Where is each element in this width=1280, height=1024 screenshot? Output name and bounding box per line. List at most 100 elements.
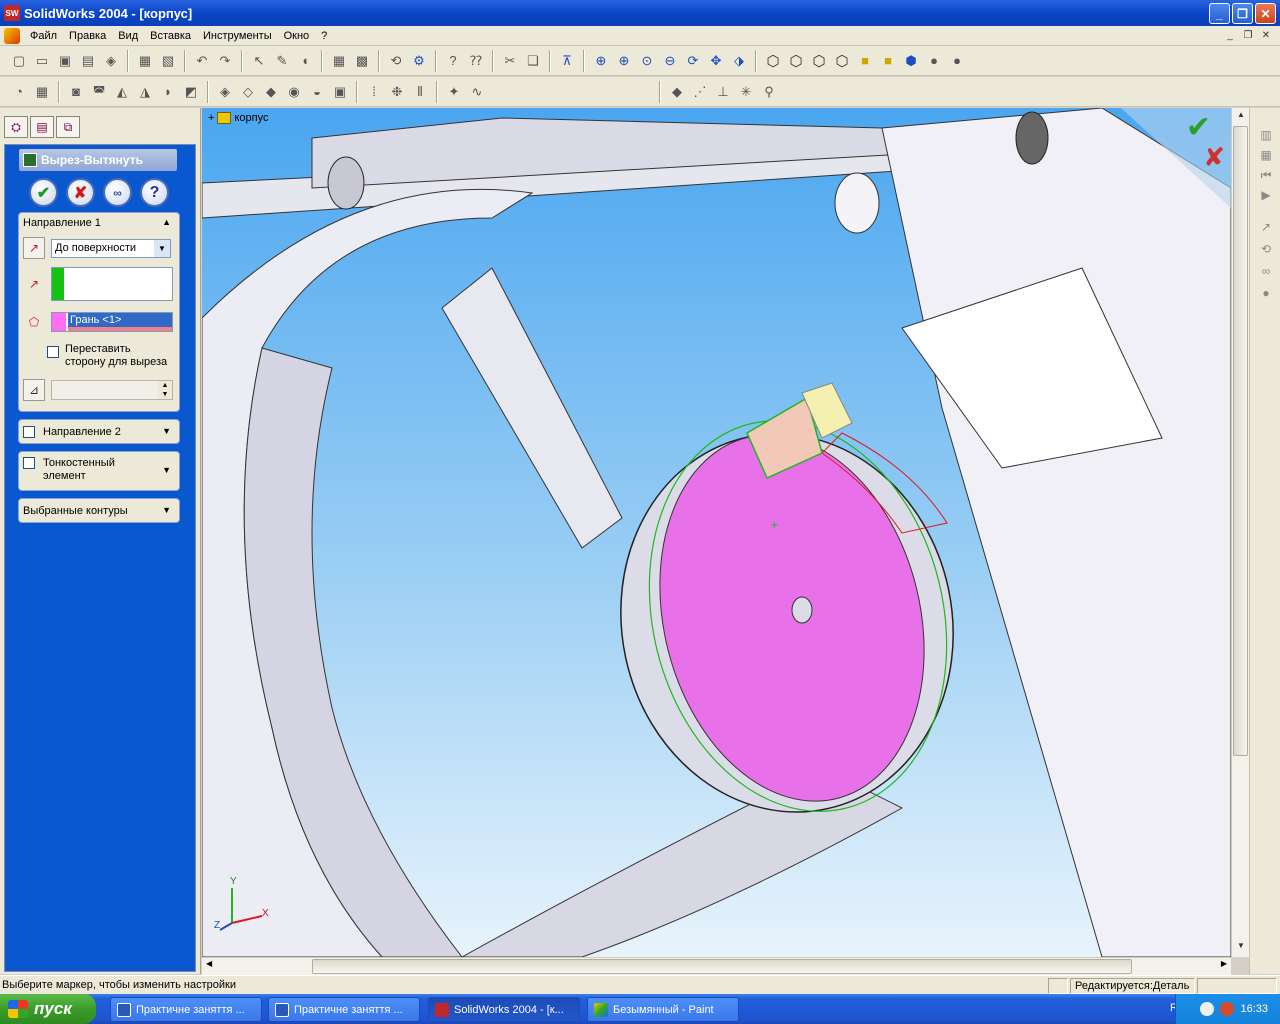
zoom-area-icon[interactable]: ⊙: [636, 50, 658, 72]
scroll-up-icon[interactable]: ▲: [1234, 110, 1248, 124]
spin-arrows-icon[interactable]: ▲ ▼: [158, 381, 172, 399]
horizontal-scroll-thumb[interactable]: [312, 959, 1132, 974]
sweep-icon[interactable]: ◭: [111, 81, 133, 103]
face-selection-box[interactable]: Грань <1>: [51, 312, 173, 332]
apple-icon[interactable]: ●: [1258, 286, 1274, 302]
direction1-header[interactable]: Направление 1 ▲: [19, 213, 179, 233]
model-view[interactable]: +: [202, 108, 1231, 957]
rebuild-icon[interactable]: ⟲: [385, 50, 407, 72]
zoom-in-icon[interactable]: ⊕: [613, 50, 635, 72]
clock[interactable]: 16:33: [1240, 1003, 1268, 1015]
feature-manager-tab[interactable]: ⛭: [4, 116, 28, 138]
shell-icon[interactable]: ◈: [214, 81, 236, 103]
shadows-icon[interactable]: ●: [923, 50, 945, 72]
graphics-area[interactable]: + + корпус ✔ ✘ Y X Z: [202, 108, 1231, 957]
circular-pattern-icon[interactable]: ❉: [386, 81, 408, 103]
whats-this-icon[interactable]: ⁇: [465, 50, 487, 72]
zoom-out-icon[interactable]: ⊖: [659, 50, 681, 72]
draft-angle-icon[interactable]: ⊿: [23, 379, 45, 401]
shaded-icon[interactable]: ■: [877, 50, 899, 72]
configuration-manager-tab[interactable]: ⧉: [56, 116, 80, 138]
undo-icon[interactable]: ↶: [191, 50, 213, 72]
revolve-cut-icon[interactable]: ◚: [88, 81, 110, 103]
minimize-button[interactable]: _: [1209, 3, 1230, 24]
collapse-icon[interactable]: ▲: [162, 217, 171, 227]
plane-icon[interactable]: ◆: [666, 81, 688, 103]
confirm-cancel-icon[interactable]: ✘: [1203, 142, 1225, 173]
thin-feature-checkbox[interactable]: [23, 457, 35, 469]
magnet-icon[interactable]: ⊼: [556, 50, 578, 72]
help-icon[interactable]: ?: [442, 50, 464, 72]
expand-icon[interactable]: +: [208, 112, 214, 124]
hidden-lines-visible-icon[interactable]: ⬡: [785, 50, 807, 72]
selected-face-item[interactable]: Грань <1>: [68, 313, 172, 327]
shaded-edges-icon[interactable]: ■: [854, 50, 876, 72]
end-condition-select[interactable]: До поверхности ▼: [51, 238, 171, 258]
point-icon[interactable]: ✳: [735, 81, 757, 103]
hidden-lines-removed-icon[interactable]: ⬡: [808, 50, 830, 72]
print-icon[interactable]: ▦: [134, 50, 156, 72]
detailed-preview-button[interactable]: ∞: [103, 178, 132, 207]
arrow-icon[interactable]: ↗: [1258, 220, 1274, 236]
scroll-down-icon[interactable]: ▼: [1234, 941, 1248, 955]
draft-angle-input[interactable]: ▲ ▼: [51, 380, 173, 400]
reference-geometry-icon[interactable]: ✦: [443, 81, 465, 103]
chevron-down-icon[interactable]: ▼: [162, 465, 171, 475]
open-icon[interactable]: ▭: [31, 50, 53, 72]
draft-icon[interactable]: ◆: [260, 81, 282, 103]
vertical-scroll-thumb[interactable]: [1233, 126, 1248, 756]
feature-tree-root[interactable]: + корпус: [208, 112, 268, 124]
network-icon[interactable]: [1220, 1002, 1235, 1016]
reverse-direction-icon[interactable]: ↗: [23, 237, 45, 259]
draft-quality-icon[interactable]: ⬡: [831, 50, 853, 72]
taskbar-item-paint[interactable]: Безымянный - Paint: [587, 997, 739, 1022]
taskbar-item-word-1[interactable]: Практичне заняття ...: [110, 997, 262, 1022]
doc-close-button[interactable]: ✕: [1258, 28, 1274, 42]
table-icon[interactable]: ▩: [351, 50, 373, 72]
flip-side-checkbox[interactable]: [47, 346, 59, 358]
new-icon[interactable]: ▢: [8, 50, 30, 72]
menu-insert[interactable]: Вставка: [144, 30, 197, 42]
menu-view[interactable]: Вид: [112, 30, 144, 42]
rib-icon[interactable]: ◇: [237, 81, 259, 103]
curves-icon[interactable]: ∿: [466, 81, 488, 103]
cut-icon[interactable]: ✂: [499, 50, 521, 72]
maximize-button[interactable]: ❐: [1232, 3, 1253, 24]
smart-dimension-icon[interactable]: ◖: [294, 50, 316, 72]
chevron-down-icon[interactable]: ▼: [154, 239, 170, 257]
redo-icon[interactable]: ↷: [214, 50, 236, 72]
document-icon[interactable]: [4, 27, 20, 44]
direction-selection-box[interactable]: [51, 267, 173, 301]
axis-icon[interactable]: ⋰: [689, 81, 711, 103]
resources-icon[interactable]: ▦: [1258, 148, 1274, 164]
scale-icon[interactable]: ▣: [329, 81, 351, 103]
scroll-left-icon[interactable]: ◀: [206, 959, 212, 968]
save-icon[interactable]: ▣: [54, 50, 76, 72]
close-button[interactable]: ✕: [1255, 3, 1276, 24]
mirror-icon[interactable]: ⫴: [409, 81, 431, 103]
help-button[interactable]: ?: [140, 178, 169, 207]
vertical-scrollbar[interactable]: ▲ ▼: [1231, 108, 1249, 957]
realview-icon[interactable]: ●: [946, 50, 968, 72]
grid-icon[interactable]: ▦: [328, 50, 350, 72]
make-assembly-icon[interactable]: ◈: [100, 50, 122, 72]
options-icon[interactable]: ⚙: [408, 50, 430, 72]
selected-face[interactable]: [623, 407, 961, 830]
direction2-checkbox[interactable]: [23, 425, 35, 438]
scroll-right-icon[interactable]: ▶: [1221, 959, 1227, 968]
selected-contours-header[interactable]: Выбранные контуры ▼: [19, 499, 179, 522]
menu-window[interactable]: Окно: [278, 30, 316, 42]
print-preview-icon[interactable]: ▧: [157, 50, 179, 72]
task-pane-icon[interactable]: ▥: [1258, 128, 1274, 144]
menu-edit[interactable]: Правка: [63, 30, 112, 42]
doc-restore-button[interactable]: ❐: [1240, 28, 1256, 42]
select-icon[interactable]: ↖: [248, 50, 270, 72]
rotate-icon[interactable]: ⟲: [1258, 242, 1274, 258]
solidworks-logo-icon[interactable]: SW: [4, 5, 20, 21]
start-button[interactable]: пуск: [0, 994, 96, 1024]
ok-button[interactable]: ✔: [29, 178, 58, 207]
make-drawing-icon[interactable]: ▤: [77, 50, 99, 72]
zoom-to-fit-icon[interactable]: ⊕: [590, 50, 612, 72]
dome-icon[interactable]: ◒: [306, 81, 328, 103]
menu-tools[interactable]: Инструменты: [197, 30, 278, 42]
